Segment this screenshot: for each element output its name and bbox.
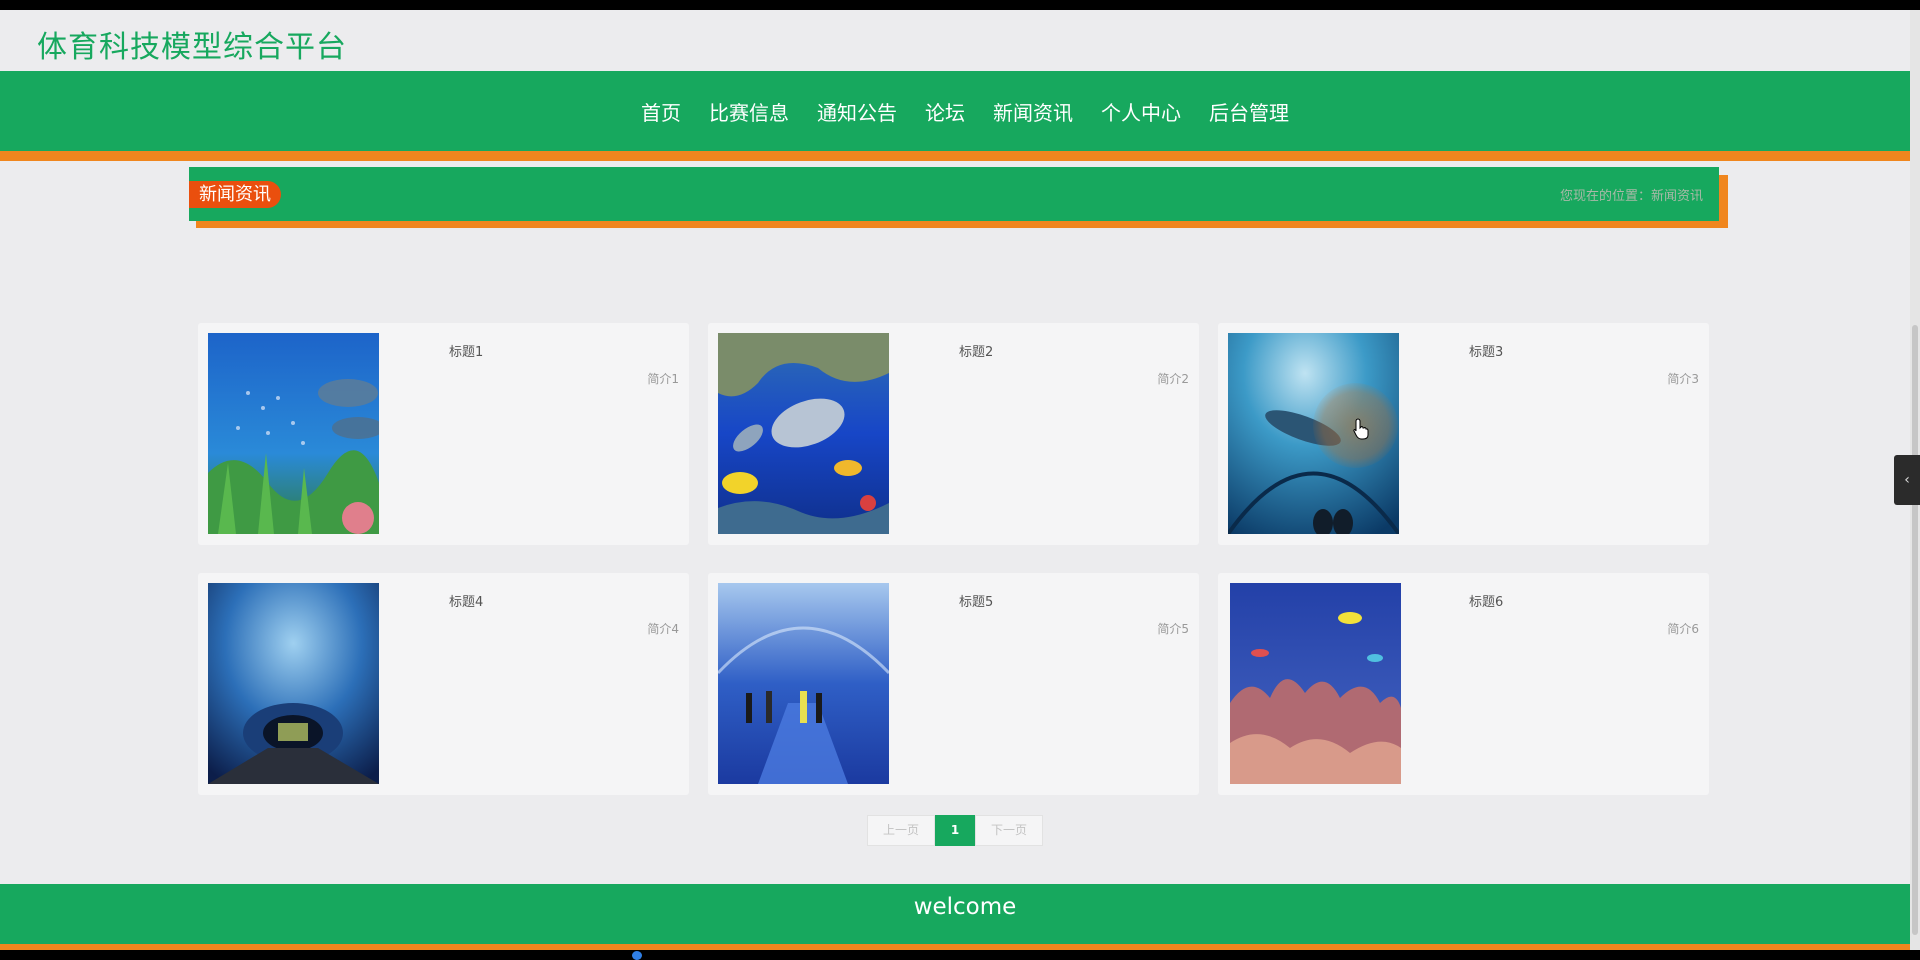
news-title-2[interactable]: 标题2	[959, 341, 1139, 360]
breadcrumb: 您现在的位置：新闻资讯	[1559, 189, 1703, 204]
progress-indicator	[632, 951, 642, 960]
nav-item-profile[interactable]: 个人中心	[1101, 97, 1181, 126]
footer: welcome	[0, 884, 1910, 950]
news-title-5[interactable]: 标题5	[959, 591, 1139, 610]
news-card-6[interactable]: 标题6 简介6	[1218, 573, 1709, 795]
chevron-left-icon: ‹	[1904, 472, 1910, 488]
nav-item-notices[interactable]: 通知公告	[817, 97, 897, 126]
news-card-1[interactable]: 标题1 简介1	[198, 323, 689, 545]
news-image-1[interactable]	[208, 333, 379, 534]
news-card-2[interactable]: 标题2 简介2	[708, 323, 1199, 545]
news-image-6[interactable]	[1230, 583, 1401, 784]
news-intro-3: 简介3	[1667, 372, 1699, 386]
news-title-1[interactable]: 标题1	[449, 341, 629, 360]
nav-item-news[interactable]: 新闻资讯	[993, 97, 1073, 126]
side-panel-toggle[interactable]: ‹	[1894, 455, 1920, 505]
page: 体育科技模型综合平台 首页 比赛信息 通知公告 论坛 新闻资讯 个人中心 后台管…	[0, 10, 1910, 950]
news-card-5[interactable]: 标题5 简介5	[708, 573, 1199, 795]
news-intro-2: 简介2	[1157, 372, 1189, 386]
news-title-6[interactable]: 标题6	[1469, 591, 1649, 610]
news-card-4[interactable]: 标题4 简介4	[198, 573, 689, 795]
news-image-4[interactable]	[208, 583, 379, 784]
scrollbar-thumb[interactable]	[1912, 325, 1918, 935]
news-title-4[interactable]: 标题4	[449, 591, 629, 610]
news-intro-5: 简介5	[1157, 622, 1189, 636]
nav-item-home[interactable]: 首页	[641, 97, 681, 126]
news-intro-4: 简介4	[647, 622, 679, 636]
footer-underline	[0, 944, 1910, 950]
news-title-3[interactable]: 标题3	[1469, 341, 1649, 360]
main-nav: 首页 比赛信息 通知公告 论坛 新闻资讯 个人中心 后台管理	[0, 71, 1910, 151]
news-image-2[interactable]	[718, 333, 889, 534]
section-title-tag: 新闻资讯	[189, 181, 281, 208]
section-header: 新闻资讯 您现在的位置：新闻资讯	[189, 167, 1719, 221]
footer-text: welcome	[913, 894, 1017, 920]
site-title: 体育科技模型综合平台	[37, 30, 347, 65]
news-card-3[interactable]: 标题3 简介3	[1218, 323, 1709, 545]
news-intro-1: 简介1	[647, 372, 679, 386]
next-page-button[interactable]: 下一页	[975, 815, 1043, 846]
current-page-button[interactable]: 1	[935, 815, 975, 846]
nav-item-matches[interactable]: 比赛信息	[709, 97, 789, 126]
prev-page-button[interactable]: 上一页	[867, 815, 935, 846]
news-image-3[interactable]	[1228, 333, 1399, 534]
nav-item-admin[interactable]: 后台管理	[1209, 97, 1289, 126]
nav-underline	[0, 151, 1910, 161]
nav-item-forum[interactable]: 论坛	[925, 97, 965, 126]
pagination: 上一页 1 下一页	[867, 815, 1043, 846]
news-intro-6: 简介6	[1667, 622, 1699, 636]
news-image-5[interactable]	[718, 583, 889, 784]
